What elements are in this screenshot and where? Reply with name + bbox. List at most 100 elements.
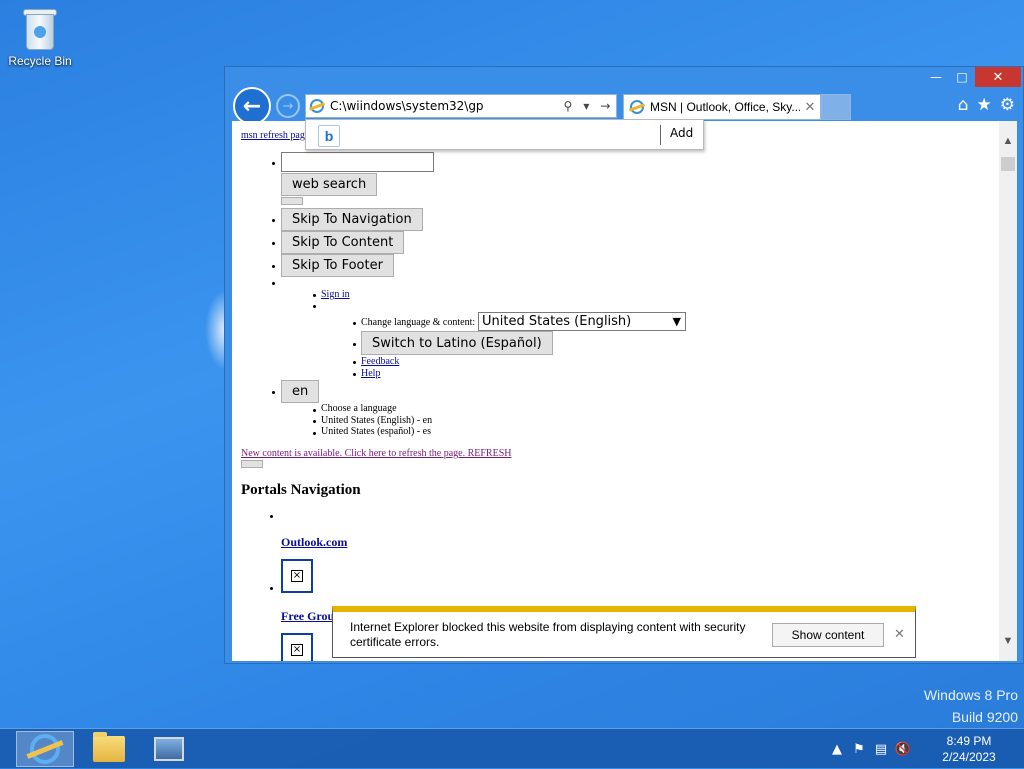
clock-date: 2/24/2023 [942,750,996,764]
toolbar-icons: ⌂ ★ ⚙ [958,95,1015,115]
chevron-down-icon: ▼ [672,315,681,328]
tab-msn[interactable]: MSN | Outlook, Office, Sky... ✕ [623,94,821,120]
recycle-bin-label: Recycle Bin [8,54,72,68]
ie-page-icon [310,99,324,113]
en-button[interactable]: en [281,380,320,403]
tab-close-icon[interactable]: ✕ [800,99,820,115]
address-input[interactable]: C:\wiindows\system32\gp [330,99,558,113]
minimize-button[interactable]: — [923,67,949,87]
close-button[interactable]: ✕ [975,67,1021,87]
list-bullet [270,515,273,518]
suggest-separator [660,125,661,145]
list-bullet [353,343,356,346]
skip-content-button[interactable]: Skip To Content [281,231,405,254]
taskbar: ▲ ⚑ ▤ 🔇 8:49 PM 2/24/2023 [0,728,1024,768]
maximize-button[interactable]: □ [949,67,975,87]
switch-language-button[interactable]: Switch to Latino (Español) [361,331,553,355]
change-language-label: Change language & content: [361,317,476,328]
tab-title: MSN | Outlook, Office, Sky... [650,100,800,114]
list-bullet [272,265,275,268]
scroll-up-icon[interactable]: ▲ [999,135,1017,147]
lang-option-es[interactable]: United States (español) - es [321,426,431,437]
show-hidden-icons-icon[interactable]: ▲ [826,742,848,757]
go-arrow-icon[interactable]: → [600,99,610,113]
search-suggest-dropdown: b Add [305,119,704,150]
list-bullet [272,282,275,285]
taskbar-file-explorer[interactable] [80,731,138,767]
windows-watermark: Windows 8 Pro Build 9200 [924,684,1018,728]
choose-language-text: Choose a language [321,403,397,414]
list-bullet [353,322,356,325]
language-select[interactable]: United States (English) ▼ [478,312,686,331]
bing-search-icon[interactable]: b [318,125,340,147]
watermark-build: Build 9200 [951,709,1018,725]
volume-muted-icon[interactable]: 🔇 [892,742,914,757]
scroll-down-icon[interactable]: ▼ [999,635,1017,647]
empty-button[interactable] [281,197,303,205]
security-notification-bar: Internet Explorer blocked this website f… [332,606,916,658]
free-group-link[interactable]: Free Grou [281,609,334,624]
action-center-flag-icon[interactable]: ⚑ [848,742,870,757]
network-icon[interactable]: ▤ [870,742,892,757]
list-bullet [272,242,275,245]
vertical-scrollbar[interactable]: ▲ ▼ [999,121,1017,661]
feedback-link[interactable]: Feedback [361,356,399,367]
list-bullet [353,373,356,376]
list-bullet [272,391,275,394]
outlook-link[interactable]: Outlook.com [281,535,347,550]
clock[interactable]: 8:49 PM 2/24/2023 [914,733,1024,765]
group-image[interactable]: × [281,633,313,661]
recycle-bin-icon [22,6,58,52]
list-bullet [313,420,316,423]
skip-footer-button[interactable]: Skip To Footer [281,254,394,277]
web-search-button[interactable]: web search [281,173,378,196]
home-icon[interactable]: ⌂ [958,95,969,115]
show-content-button[interactable]: Show content [772,623,884,647]
close-notification-icon[interactable]: ✕ [894,626,905,642]
taskbar-computer[interactable] [140,731,198,767]
add-provider-button[interactable]: Add [670,126,693,140]
scroll-thumb[interactable] [1001,157,1015,171]
broken-image-icon: × [291,570,303,582]
back-arrow-icon: ← [242,93,262,119]
new-content-link[interactable]: New content is available. Click here to … [241,448,511,459]
help-link[interactable]: Help [361,368,380,379]
broken-image-icon: × [291,644,303,656]
notification-message: Internet Explorer blocked this website f… [350,620,746,649]
address-bar[interactable]: C:\wiindows\system32\gp ⚲ ▾ → [305,94,617,118]
internet-explorer-icon [30,734,60,764]
list-bullet [272,162,275,165]
system-tray: ▲ ⚑ ▤ 🔇 8:49 PM 2/24/2023 [826,729,1024,769]
forward-button[interactable]: → [276,94,300,118]
skip-navigation-button[interactable]: Skip To Navigation [281,208,423,231]
sign-in-link[interactable]: Sign in [321,289,350,300]
computer-icon [154,737,184,761]
list-bullet [313,305,316,308]
list-bullet [313,432,316,435]
recycle-bin[interactable]: Recycle Bin [4,6,76,68]
tab-ie-icon [630,100,644,114]
favorites-star-icon[interactable]: ★ [977,95,992,115]
search-input[interactable] [281,152,434,172]
refresh-button[interactable] [241,460,263,468]
list-bullet [270,587,273,590]
outlook-image[interactable]: × [281,559,313,593]
taskbar-ie[interactable] [16,731,74,767]
ie-window: — □ ✕ ← → C:\wiindows\system32\gp ⚲ ▾ → … [224,66,1024,664]
folder-icon [93,732,125,762]
page-content: msn refresh pag web search Skip To Navig… [232,121,1017,661]
portals-heading: Portals Navigation [241,482,361,498]
watermark-edition: Windows 8 Pro [923,687,1018,703]
refresh-link[interactable]: msn refresh pag [241,130,305,141]
language-select-value: United States (English) [482,314,632,329]
dropdown-icon[interactable]: ▾ [583,99,589,113]
back-button[interactable]: ← [233,87,271,125]
list-bullet [313,294,316,297]
clock-time: 8:49 PM [946,734,992,748]
window-controls: — □ ✕ [923,67,1021,87]
search-icon[interactable]: ⚲ [564,99,573,113]
lang-option-en[interactable]: United States (English) - en [321,415,432,426]
new-tab-button[interactable] [821,94,851,120]
list-bullet [353,361,356,364]
settings-gear-icon[interactable]: ⚙ [1000,95,1015,115]
